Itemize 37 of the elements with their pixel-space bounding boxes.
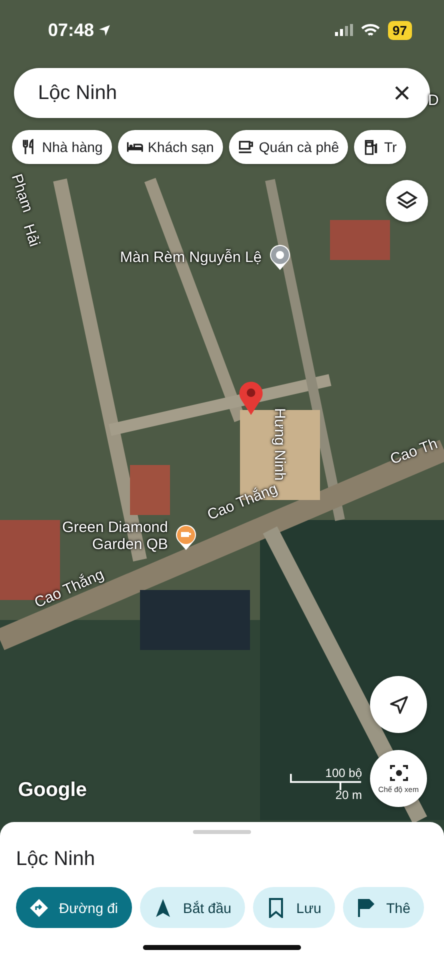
- action-button[interactable]: Thê: [343, 887, 424, 928]
- flag-icon: [356, 898, 376, 918]
- cafe-pin-icon[interactable]: [174, 522, 198, 550]
- wifi-icon: [360, 23, 380, 37]
- road-label: Cao Thắng: [205, 480, 280, 524]
- close-icon[interactable]: [394, 85, 410, 101]
- fuel-pump-icon: [363, 139, 380, 155]
- road-label: D: [428, 92, 439, 109]
- road-label: Cao Th: [388, 435, 440, 468]
- road-label: Hưng Ninh: [271, 408, 288, 481]
- road-label: Cao Thắng: [32, 566, 106, 612]
- action-button[interactable]: Đường đi: [16, 887, 132, 928]
- road-label: Phạm: [8, 172, 36, 215]
- location-arrow-icon: [98, 24, 112, 36]
- google-attribution: Google: [18, 779, 87, 802]
- bed-icon: [126, 139, 143, 155]
- category-chip[interactable]: Quán cà phê: [228, 130, 348, 164]
- category-chip[interactable]: Nhà hàng: [12, 130, 112, 164]
- navigation-arrow-icon: [388, 694, 408, 714]
- place-pin-icon[interactable]: [268, 243, 292, 271]
- action-button[interactable]: Bắt đầu: [140, 887, 246, 928]
- cup-icon: [238, 139, 254, 155]
- status-time: 07:48: [48, 20, 94, 40]
- directions-icon: [29, 898, 49, 918]
- action-button[interactable]: Lưu: [253, 887, 336, 928]
- scale-metric-label: 20 m: [335, 788, 362, 802]
- place-title: Lộc Ninh: [16, 848, 96, 871]
- search-field[interactable]: Lộc Ninh: [14, 68, 430, 118]
- scale-imperial-label: 100 bộ: [325, 766, 362, 780]
- location-pin-icon: [238, 380, 264, 416]
- road-label: Hải: [20, 222, 43, 249]
- camera-frame-icon: [388, 763, 408, 783]
- category-chip[interactable]: Khách sạn: [118, 130, 223, 164]
- place-label[interactable]: Màn Rèm Nguyễn Lệ: [120, 248, 262, 266]
- place-label[interactable]: Green Diamond Garden QB: [58, 520, 168, 553]
- signal-icon: [334, 24, 353, 36]
- drag-handle[interactable]: [193, 830, 251, 834]
